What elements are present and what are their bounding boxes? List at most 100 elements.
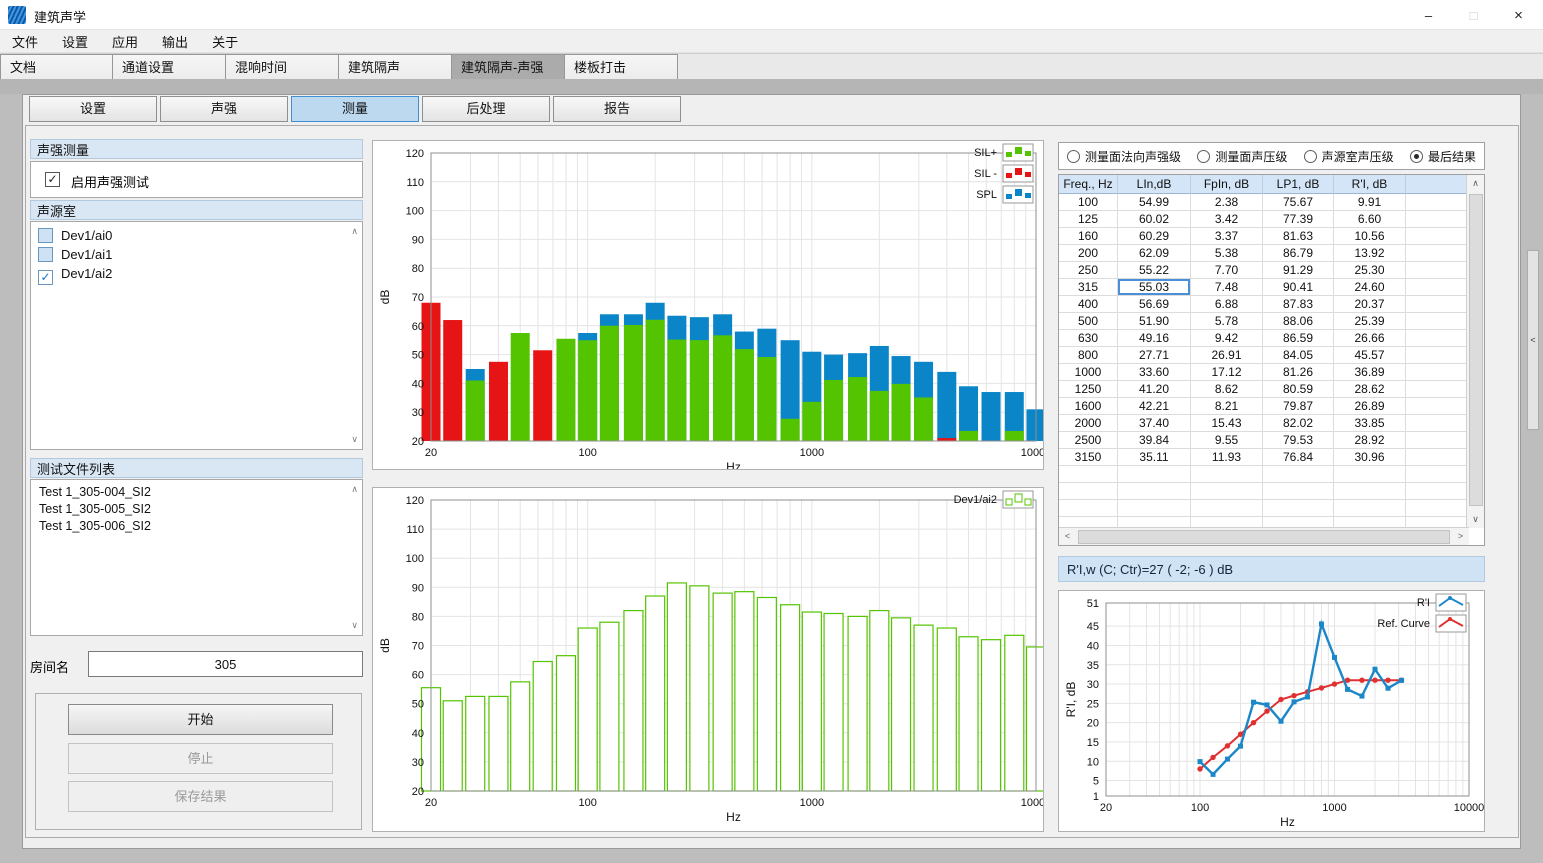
table-cell[interactable]: 9.42 [1191,330,1263,347]
table-cell[interactable]: 630 [1059,330,1118,347]
table-cell[interactable]: 1250 [1059,381,1118,398]
table-cell[interactable]: 28.62 [1334,381,1406,398]
radio-测量面法向声强级[interactable]: 测量面法向声强级 [1067,148,1181,165]
table-cell[interactable]: 11.93 [1191,449,1263,466]
table-cell[interactable] [1406,330,1469,347]
start-button[interactable]: 开始 [68,704,333,735]
sub-tab-设置[interactable]: 设置 [29,96,157,122]
table-cell[interactable]: 26.66 [1334,330,1406,347]
table-cell[interactable]: 76.84 [1263,449,1334,466]
radio-声源室声压级[interactable]: 声源室声压级 [1304,148,1394,165]
test-file-item[interactable]: Test 1_305-004_SI2 [31,484,362,501]
table-cell[interactable]: 500 [1059,313,1118,330]
table-cell[interactable]: 26.89 [1334,398,1406,415]
channel-item-Dev1/ai2[interactable]: ✓Dev1/ai2 [31,264,362,283]
scroll-down-icon[interactable]: ∨ [351,620,358,631]
menu-item-关于[interactable]: 关于 [212,32,238,51]
table-cell[interactable]: 35.11 [1118,449,1191,466]
table-cell[interactable]: 6.88 [1191,296,1263,313]
menu-item-应用[interactable]: 应用 [112,32,138,51]
table-cell[interactable]: 36.89 [1334,364,1406,381]
table-cell[interactable]: 100 [1059,194,1118,211]
table-cell[interactable] [1406,381,1469,398]
table-cell[interactable]: 8.62 [1191,381,1263,398]
table-cell[interactable]: 200 [1059,245,1118,262]
table-cell[interactable] [1406,211,1469,228]
scroll-up-icon[interactable]: ∧ [351,226,358,237]
table-cell[interactable]: 49.16 [1118,330,1191,347]
table-cell[interactable]: 60.29 [1118,228,1191,245]
table-cell[interactable]: 6.60 [1334,211,1406,228]
scrollbar-thumb[interactable] [1469,194,1483,506]
scrollbar-thumb[interactable] [1078,530,1450,544]
table-cell[interactable]: 91.29 [1263,262,1334,279]
collapse-panel-button[interactable]: < [1527,250,1539,430]
table-cell[interactable]: 80.59 [1263,381,1334,398]
table-cell[interactable]: 55.03 [1118,279,1191,296]
radio-最后结果[interactable]: 最后结果 [1410,148,1476,165]
table-cell[interactable]: 5.78 [1191,313,1263,330]
channel-checkbox[interactable]: ✓ [38,270,53,285]
table-cell[interactable]: 7.48 [1191,279,1263,296]
table-cell[interactable]: 55.22 [1118,262,1191,279]
channel-item-Dev1/ai0[interactable]: Dev1/ai0 [31,226,362,245]
table-cell[interactable] [1406,228,1469,245]
table-cell[interactable]: 3.37 [1191,228,1263,245]
table-cell[interactable] [1406,194,1469,211]
radio-circle-icon[interactable] [1304,150,1317,163]
menu-item-文件[interactable]: 文件 [12,32,38,51]
channel-checkbox[interactable] [38,247,53,262]
sub-tab-后处理[interactable]: 后处理 [422,96,550,122]
table-cell[interactable]: 1000 [1059,364,1118,381]
table-cell[interactable]: 2000 [1059,415,1118,432]
table-cell[interactable] [1406,296,1469,313]
table-cell[interactable]: 81.63 [1263,228,1334,245]
channel-checkbox[interactable] [38,228,53,243]
table-cell[interactable]: 33.85 [1334,415,1406,432]
table-cell[interactable]: 28.92 [1334,432,1406,449]
table-cell[interactable]: 13.92 [1334,245,1406,262]
test-file-item[interactable]: Test 1_305-005_SI2 [31,501,362,518]
table-cell[interactable]: 79.87 [1263,398,1334,415]
scroll-down-icon[interactable]: ∨ [1467,511,1484,528]
table-cell[interactable]: 33.60 [1118,364,1191,381]
table-cell[interactable]: 9.55 [1191,432,1263,449]
table-cell[interactable]: 77.39 [1263,211,1334,228]
table-cell[interactable] [1406,313,1469,330]
maximize-icon[interactable]: □ [1451,0,1496,30]
sub-tab-报告[interactable]: 报告 [553,96,681,122]
scroll-up-icon[interactable]: ∧ [1467,175,1484,192]
menu-item-设置[interactable]: 设置 [62,32,88,51]
test-file-item[interactable]: Test 1_305-006_SI2 [31,518,362,535]
table-cell[interactable]: 2500 [1059,432,1118,449]
table-cell[interactable]: 2.38 [1191,194,1263,211]
enable-intensity-checkbox[interactable]: ✓ [45,172,60,187]
table-cell[interactable]: 81.26 [1263,364,1334,381]
table-cell[interactable]: 10.56 [1334,228,1406,245]
table-cell[interactable]: 3150 [1059,449,1118,466]
table-cell[interactable]: 15.43 [1191,415,1263,432]
table-cell[interactable]: 25.30 [1334,262,1406,279]
table-cell[interactable]: 17.12 [1191,364,1263,381]
table-horizontal-scrollbar[interactable]: < > [1059,527,1469,545]
radio-circle-icon[interactable] [1197,150,1210,163]
radio-circle-icon[interactable] [1410,150,1423,163]
table-cell[interactable]: 125 [1059,211,1118,228]
channel-item-Dev1/ai1[interactable]: Dev1/ai1 [31,245,362,264]
table-cell[interactable]: 62.09 [1118,245,1191,262]
table-cell[interactable]: 41.20 [1118,381,1191,398]
table-cell[interactable]: 5.38 [1191,245,1263,262]
radio-测量面声压级[interactable]: 测量面声压级 [1197,148,1287,165]
minimize-icon[interactable]: – [1406,0,1451,30]
table-cell[interactable]: 54.99 [1118,194,1191,211]
main-tab-混响时间[interactable]: 混响时间 [226,54,339,80]
table-cell[interactable]: 45.57 [1334,347,1406,364]
table-vertical-scrollbar[interactable]: ∧ ∨ [1466,175,1484,528]
table-cell[interactable] [1406,279,1469,296]
table-cell[interactable]: 84.05 [1263,347,1334,364]
table-cell[interactable]: 800 [1059,347,1118,364]
table-cell[interactable]: 1600 [1059,398,1118,415]
table-cell[interactable]: 86.79 [1263,245,1334,262]
table-cell[interactable]: 87.83 [1263,296,1334,313]
menu-item-输出[interactable]: 输出 [162,32,188,51]
